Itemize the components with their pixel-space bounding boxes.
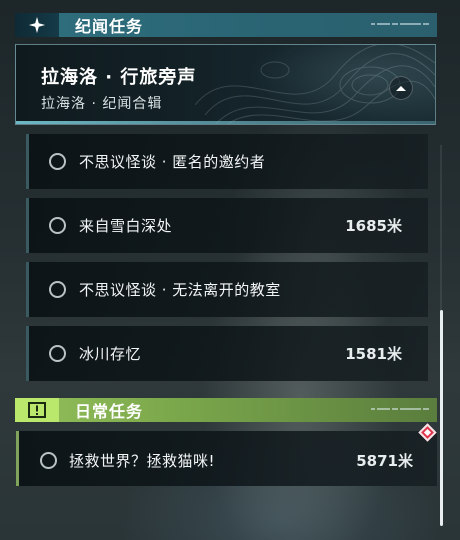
- quest-distance: 1685米: [345, 217, 402, 235]
- quest-item[interactable]: 不思议怪谈 · 匿名的邀约者: [26, 134, 428, 189]
- quest-distance: 1581米: [345, 345, 402, 363]
- collapse-button[interactable]: [389, 76, 413, 100]
- quest-name: 不思议怪谈 · 匿名的邀约者: [79, 153, 266, 171]
- quest-name: 来自雪白深处: [79, 217, 173, 235]
- daily-quest-title: 日常任务: [75, 402, 144, 421]
- daily-quest-header[interactable]: 日常任务: [15, 398, 437, 422]
- quest-group-card[interactable]: 拉海洛 · 行旅旁声 拉海洛 · 纪闻合辑: [15, 44, 436, 125]
- exclamation-box-icon: [15, 398, 59, 422]
- quest-name: 冰川存忆: [79, 345, 142, 363]
- chevron-up-icon: [396, 86, 406, 91]
- header-decoration: [371, 407, 429, 411]
- quest-name: 不思议怪谈 · 无法离开的教室: [79, 281, 281, 299]
- quest-status-circle: [49, 345, 66, 362]
- quest-item[interactable]: 不思议怪谈 · 无法离开的教室: [26, 262, 428, 317]
- header-decoration: [371, 22, 429, 26]
- quest-name: 拯救世界？拯救猫咪!: [69, 452, 216, 470]
- world-quest-title: 纪闻任务: [75, 17, 144, 36]
- quest-status-circle: [49, 153, 66, 170]
- quest-status-circle: [40, 452, 57, 469]
- quest-status-circle: [49, 281, 66, 298]
- quest-item[interactable]: 来自雪白深处 1685米: [26, 198, 428, 253]
- quest-distance: 5871米: [356, 452, 413, 470]
- quest-item[interactable]: 冰川存忆 1581米: [26, 326, 428, 381]
- quest-group-subtitle: 拉海洛 · 纪闻合辑: [41, 96, 163, 112]
- scrollbar-thumb[interactable]: [440, 310, 443, 526]
- world-quest-header[interactable]: 纪闻任务: [15, 13, 437, 37]
- quest-panel: 纪闻任务 拉海洛 · 行旅旁声 拉海洛 · 纪闻合辑 不思议怪谈 · 匿名的邀约…: [0, 0, 460, 540]
- quest-group-title: 拉海洛 · 行旅旁声: [41, 67, 197, 88]
- sparkle-star-icon: [15, 13, 59, 37]
- quest-status-circle: [49, 217, 66, 234]
- quest-item-tracked[interactable]: 拯救世界？拯救猫咪! 5871米: [16, 431, 437, 486]
